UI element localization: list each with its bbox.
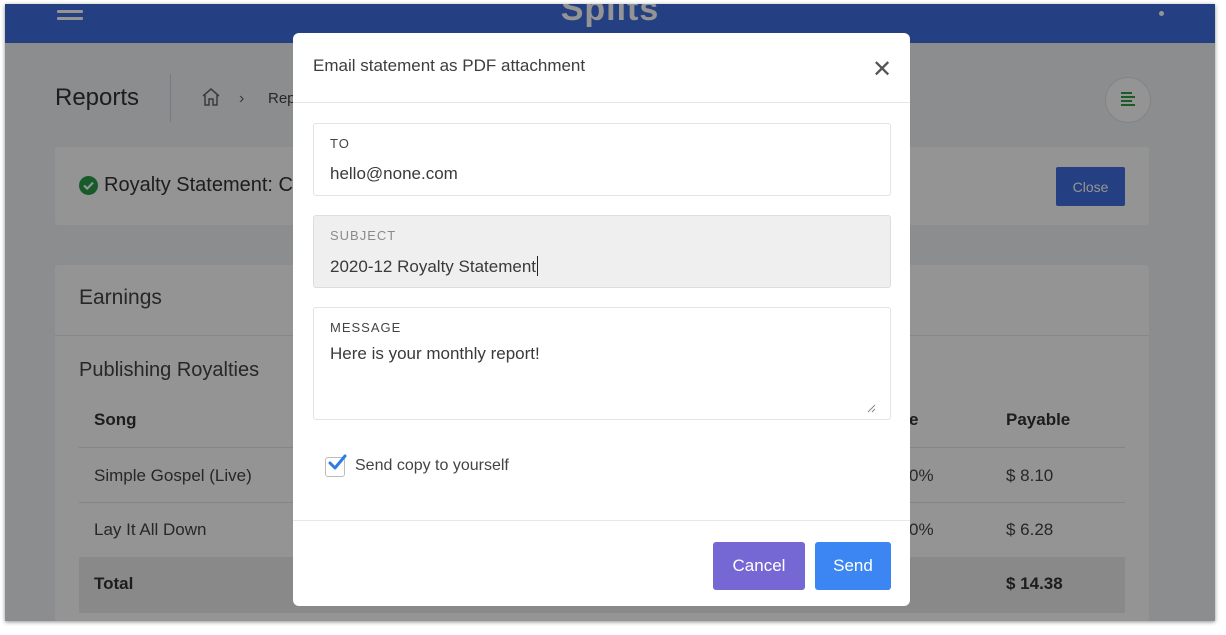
subject-input[interactable]: 2020-12 Royalty Statement [330,256,539,277]
subject-field[interactable]: SUBJECT 2020-12 Royalty Statement [313,215,891,288]
send-button[interactable]: Send [815,542,891,590]
to-field[interactable]: TO hello@none.com [313,123,891,196]
to-label: TO [330,136,350,151]
message-field[interactable]: MESSAGE Here is your monthly report! [313,307,891,420]
cancel-button[interactable]: Cancel [713,542,805,590]
dialog-title: Email statement as PDF attachment [313,56,586,75]
subject-label: SUBJECT [330,228,397,243]
message-label: MESSAGE [330,320,402,335]
checkmark-icon [328,454,347,470]
resize-handle-icon[interactable] [866,403,876,413]
send-copy-label[interactable]: Send copy to yourself [355,457,509,475]
dialog-header: Email statement as PDF attachment ✕ [293,33,910,103]
text-cursor [537,256,539,276]
dialog-footer-divider [293,520,910,521]
email-statement-dialog: Email statement as PDF attachment ✕ TO h… [293,33,910,606]
app-window: Splits Reports › Rep Royalty Statement: … [5,4,1215,621]
to-input[interactable]: hello@none.com [330,164,458,184]
send-copy-checkbox[interactable] [325,454,347,477]
subject-value: 2020-12 Royalty Statement [330,257,537,276]
close-icon[interactable]: ✕ [867,55,897,85]
message-textarea[interactable]: Here is your monthly report! [330,344,540,364]
